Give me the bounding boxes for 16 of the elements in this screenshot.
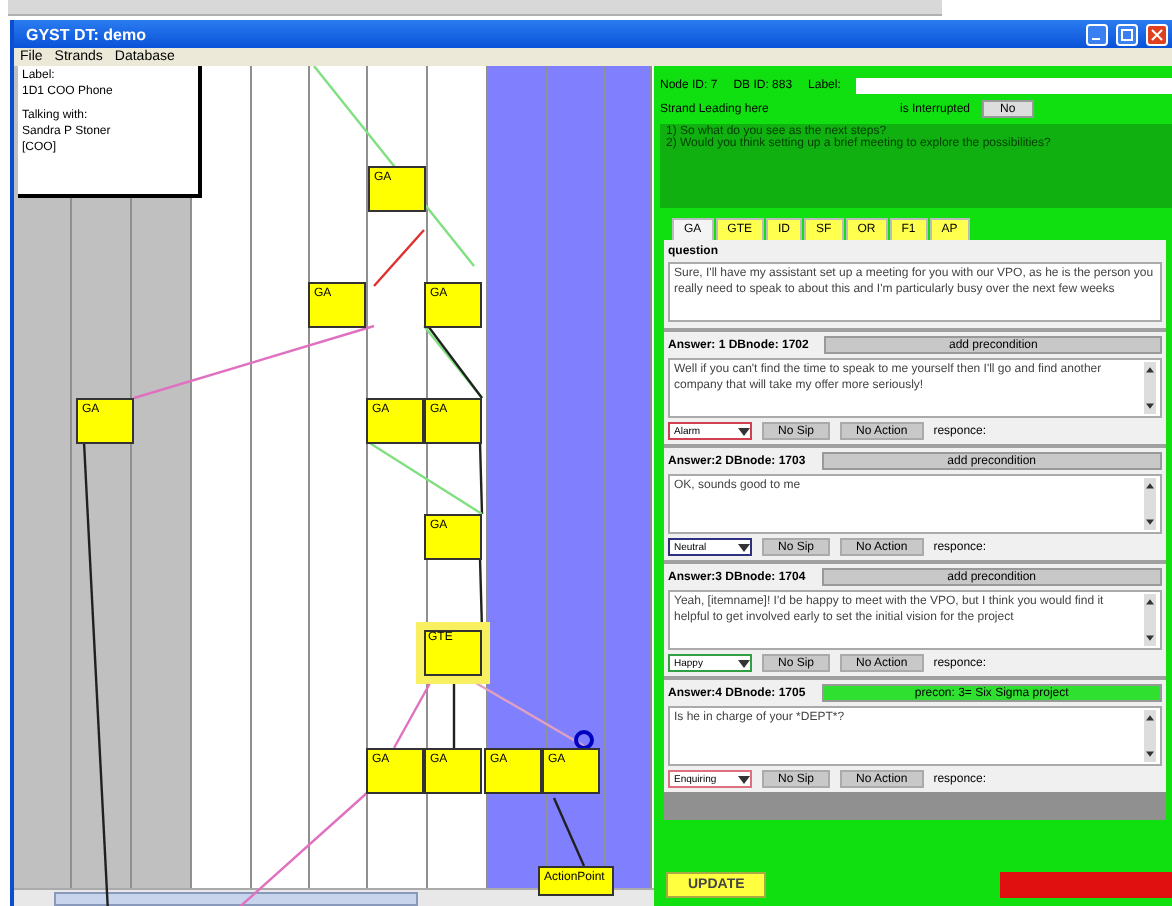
- window-title: GYST DT: demo: [26, 25, 149, 43]
- scrollbar-icon: [1144, 594, 1156, 646]
- scrollbar-icon: [1144, 478, 1156, 530]
- minimize-button[interactable]: [1086, 23, 1108, 45]
- caret-icon: [738, 657, 750, 669]
- horizontal-scrollbar[interactable]: [14, 888, 654, 906]
- scrollbar-icon: [1144, 362, 1156, 414]
- maximize-button[interactable]: [1116, 23, 1138, 45]
- label-input[interactable]: [856, 78, 1172, 94]
- close-button[interactable]: [1146, 23, 1168, 45]
- maximize-icon: [1120, 27, 1134, 41]
- close-icon: [1150, 27, 1164, 41]
- caret-icon: [738, 541, 750, 553]
- caret-icon: [738, 425, 750, 437]
- scrollbar-icon: [1144, 710, 1156, 762]
- caret-icon: [738, 773, 750, 785]
